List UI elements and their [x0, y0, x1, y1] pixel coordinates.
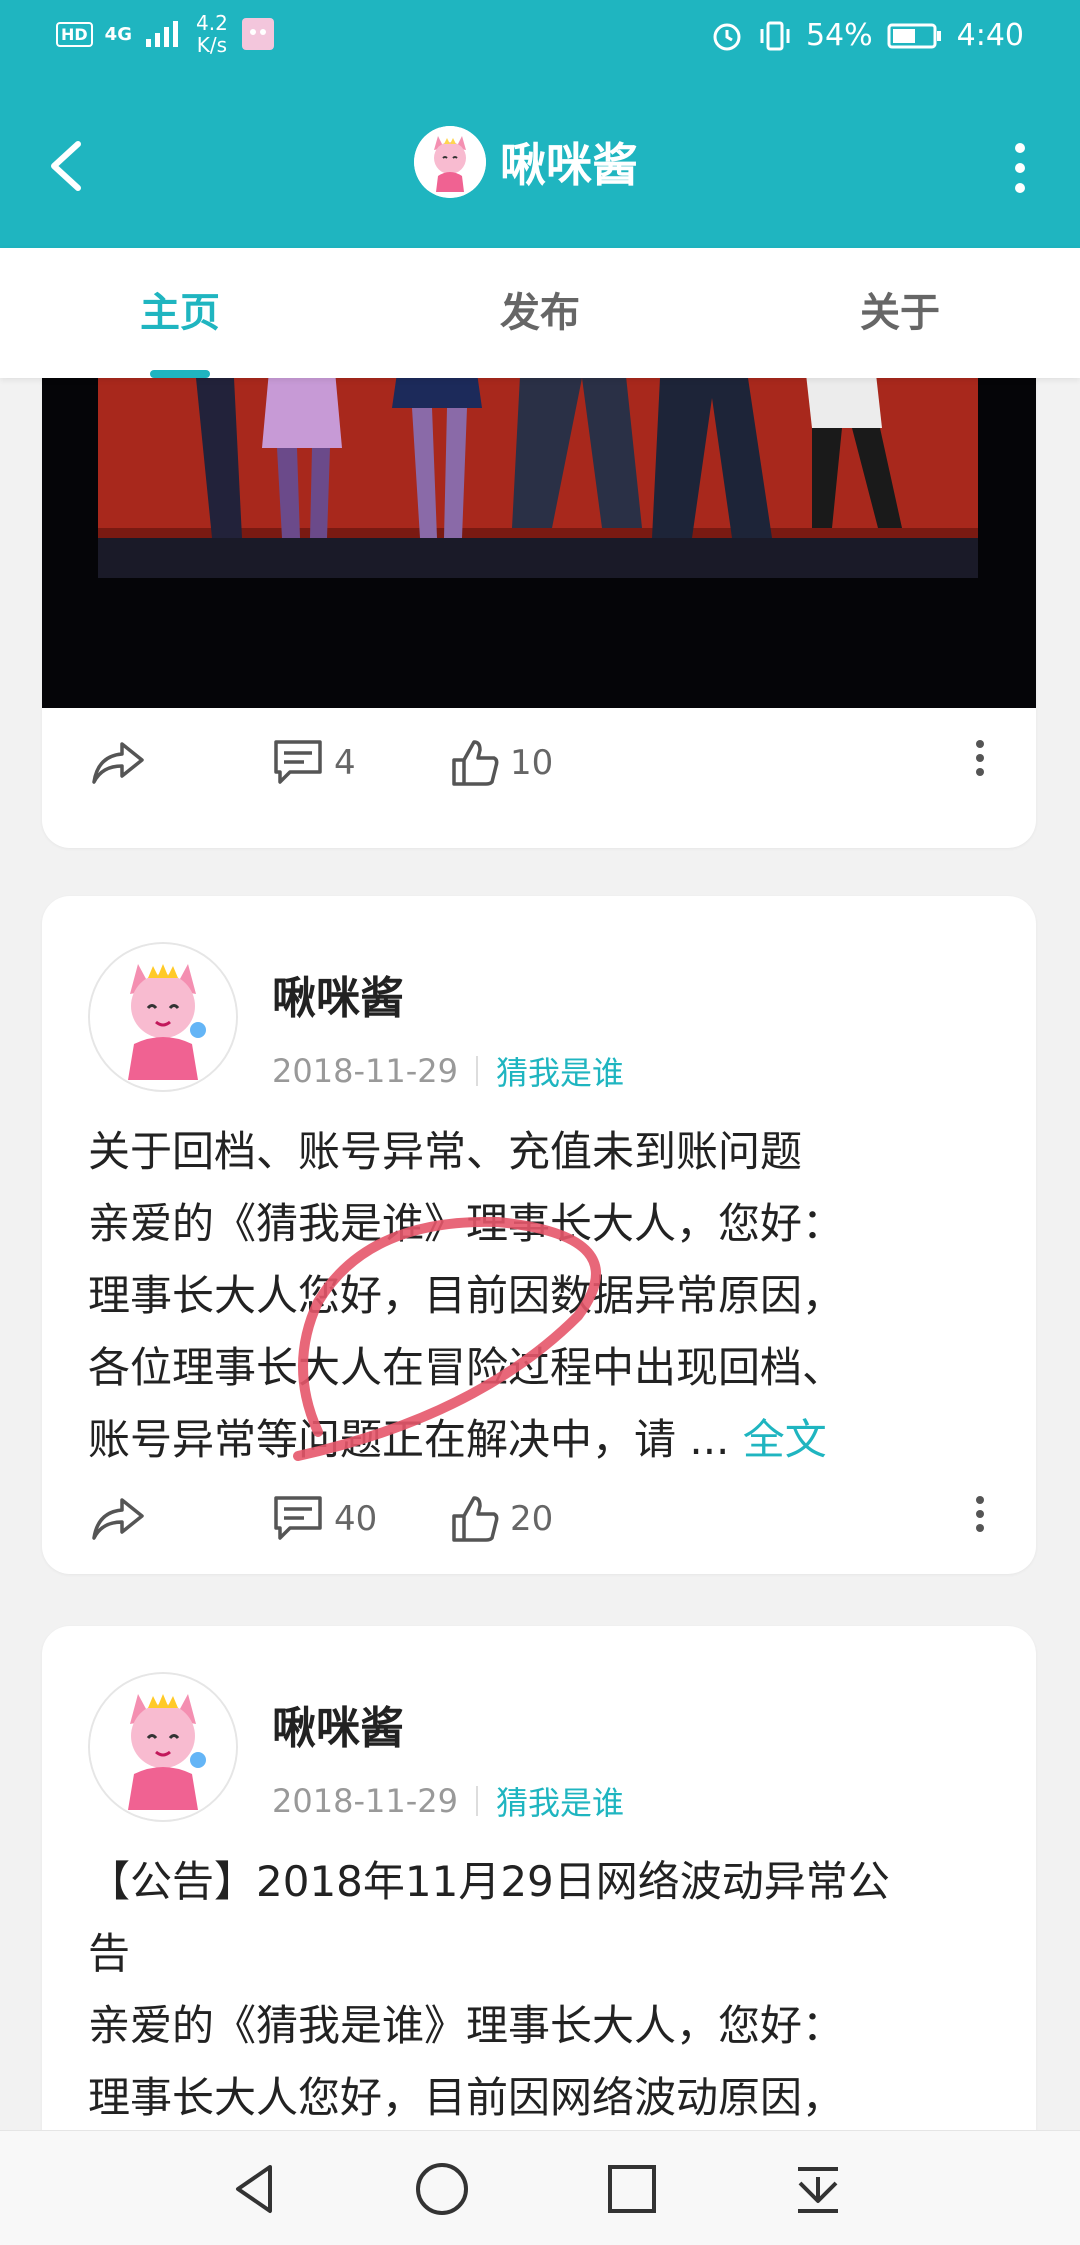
- battery-percent: 54%: [805, 18, 873, 53]
- game-tag[interactable]: 猜我是谁: [496, 1048, 624, 1094]
- nav-notifications-button[interactable]: [786, 2157, 850, 2221]
- page-title: 啾咪酱: [500, 138, 638, 192]
- post-date: 2018-11-29: [272, 1052, 458, 1090]
- post-line: 告: [88, 1929, 131, 1978]
- game-tag[interactable]: 猜我是谁: [496, 1778, 624, 1824]
- status-bar: HD 4G 4.2 K/s 54% 4:40: [0, 0, 1080, 80]
- post-line: 【公告】2018年11月29日网络波动异常公: [88, 1857, 890, 1906]
- nav-home-icon: [416, 2163, 468, 2215]
- back-button[interactable]: [42, 136, 90, 196]
- hd-badge: HD: [56, 21, 93, 47]
- nav-back-button[interactable]: [224, 2157, 288, 2221]
- app-notification-icon: [241, 18, 274, 50]
- post-card: 啾咪酱 2018-11-29 猜我是谁 【公告】2018年11月29日网络波动异…: [42, 1626, 1036, 2130]
- post-more-button[interactable]: [972, 738, 988, 778]
- share-button[interactable]: [90, 738, 146, 786]
- title-avatar: [414, 126, 486, 198]
- vibrate-icon: [760, 21, 790, 50]
- clock: 4:40: [956, 18, 1024, 53]
- comment-button[interactable]: 4: [272, 738, 356, 788]
- author-name[interactable]: 啾咪酱: [272, 1692, 624, 1756]
- post-line: 各位理事长大人在冒险过程中出现回档、: [88, 1343, 845, 1392]
- post-text[interactable]: 关于回档、账号异常、充值未到账问题 亲爱的《猜我是谁》理事长大人，您好： 理事长…: [88, 1116, 998, 1476]
- post-text[interactable]: 【公告】2018年11月29日网络波动异常公 告 亲爱的《猜我是谁》理事长大人，…: [88, 1846, 998, 2130]
- like-count: 10: [510, 743, 554, 783]
- alarm-icon: [713, 23, 741, 50]
- tab-bar: 主页 发布 关于: [0, 248, 1080, 378]
- post-image[interactable]: [42, 378, 1036, 708]
- thumbs-up-icon: [452, 740, 499, 786]
- post-author: 啾咪酱 2018-11-29 猜我是谁: [88, 942, 624, 1094]
- like-count: 20: [510, 1499, 554, 1539]
- avatar[interactable]: [88, 1672, 238, 1822]
- comment-icon: [274, 740, 322, 784]
- comment-count: 40: [334, 1499, 378, 1539]
- post-actions: 4 10: [42, 708, 1036, 818]
- post-card: 啾咪酱 2018-11-29 猜我是谁 关于回档、账号异常、充值未到账问题 亲爱…: [42, 896, 1036, 1574]
- network-speed: 4.2 K/s: [195, 11, 228, 57]
- post-line: 理事长大人您好，目前因网络波动原因，: [88, 2073, 845, 2122]
- nav-recents-icon: [608, 2165, 656, 2213]
- network-type: 4G: [104, 23, 132, 45]
- share-button[interactable]: [90, 1494, 146, 1542]
- author-name[interactable]: 啾咪酱: [272, 962, 624, 1026]
- post-card: 4 10: [42, 378, 1036, 848]
- post-actions: 40 20: [42, 1464, 1036, 1574]
- post-line: 理事长大人您好，目前因数据异常原因，: [88, 1271, 845, 1320]
- pull-down-icon: [798, 2167, 838, 2213]
- comment-button[interactable]: 40: [272, 1494, 377, 1544]
- more-options-button[interactable]: [1000, 140, 1040, 196]
- tab-indicator: [150, 370, 210, 378]
- comment-icon: [274, 1496, 322, 1540]
- share-icon: [92, 1498, 144, 1540]
- app-bar: 啾咪酱: [0, 80, 1080, 248]
- more-vertical-icon: [1015, 143, 1025, 193]
- nav-recents-button[interactable]: [600, 2157, 664, 2221]
- avatar[interactable]: [88, 942, 238, 1092]
- post-line: 关于回档、账号异常、充值未到账问题: [88, 1127, 803, 1176]
- read-more-link[interactable]: 全文: [743, 1415, 827, 1464]
- signal-icon: [145, 21, 178, 47]
- like-button[interactable]: 10: [450, 738, 553, 788]
- post-feed[interactable]: 4 10 啾咪酱 2018-11-29 猜我是谁 关于回档、账号异常、充值未到账…: [0, 378, 1080, 2130]
- nav-home-button[interactable]: [410, 2157, 474, 2221]
- thumbs-up-icon: [452, 1496, 499, 1542]
- tab-about[interactable]: 关于: [720, 248, 1080, 378]
- post-author: 啾咪酱 2018-11-29 猜我是谁: [88, 1672, 624, 1824]
- title-area: 啾咪酱: [414, 126, 638, 198]
- comment-count: 4: [334, 743, 356, 783]
- meta-divider: [475, 1786, 478, 1816]
- nav-back-icon: [236, 2165, 272, 2213]
- post-date: 2018-11-29: [272, 1782, 458, 1820]
- post-more-button[interactable]: [972, 1494, 988, 1534]
- meta-divider: [475, 1056, 478, 1086]
- back-arrow-icon: [51, 141, 81, 191]
- post-line: 亲爱的《猜我是谁》理事长大人，您好：: [88, 1199, 845, 1248]
- tab-publish[interactable]: 发布: [360, 248, 720, 378]
- battery-icon: [887, 23, 941, 48]
- system-nav-bar: [0, 2130, 1080, 2245]
- share-icon: [92, 742, 144, 784]
- more-vertical-icon: [976, 740, 984, 776]
- more-vertical-icon: [976, 1496, 984, 1532]
- like-button[interactable]: 20: [450, 1494, 553, 1544]
- post-line: 亲爱的《猜我是谁》理事长大人，您好：: [88, 2001, 845, 2050]
- tab-home[interactable]: 主页: [0, 248, 360, 378]
